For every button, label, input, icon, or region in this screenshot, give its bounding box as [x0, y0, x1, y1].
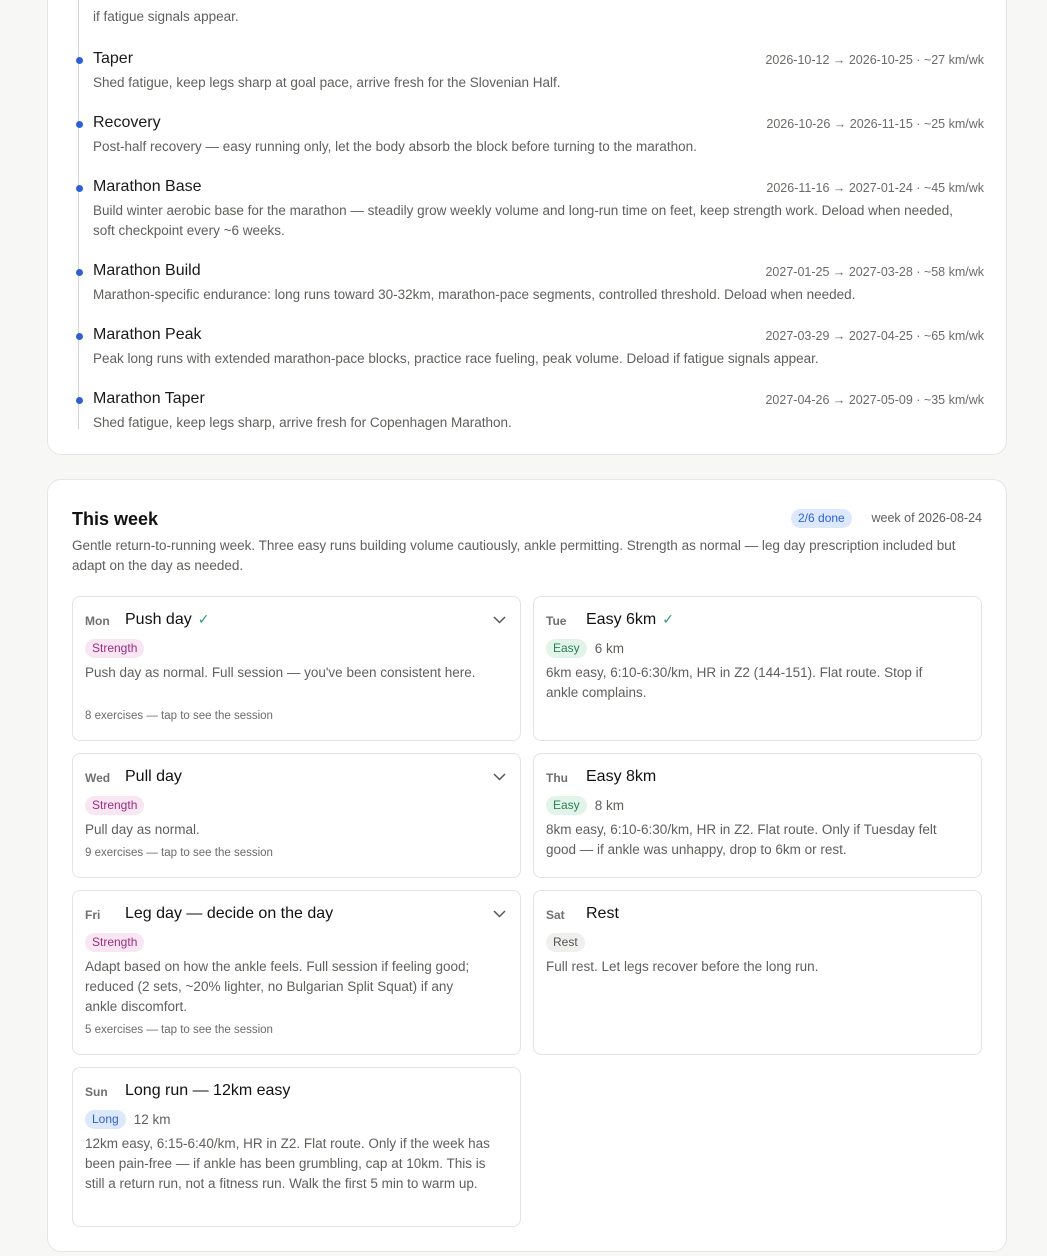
tag-row: Easy 6 km: [546, 639, 624, 658]
day-label: Wed: [85, 771, 111, 785]
check-icon: ✓: [197, 611, 210, 627]
session-type-tag: Long: [85, 1110, 126, 1129]
day-title: Push day ✓: [125, 611, 209, 629]
tag-row: Rest: [546, 933, 585, 952]
week-title: This week: [72, 509, 159, 529]
session-type-tag: Easy: [546, 796, 587, 815]
phase-description: Marathon-specific endurance: long runs t…: [93, 287, 856, 302]
day-title: Easy 6km ✓: [586, 611, 674, 629]
week-of-label: week of 2026-08-24: [871, 511, 983, 525]
session-description: Adapt based on how the ankle feels. Full…: [85, 959, 470, 1014]
session-description: Push day as normal. Full session — you'v…: [85, 665, 476, 680]
day-card-sun[interactable]: Sun Long run — 12km easy Long 12 km 12km…: [72, 1067, 521, 1227]
phase-dot-icon: [76, 57, 83, 64]
week-description: Gentle return-to-running week. Three eas…: [72, 538, 956, 573]
day-card-wed[interactable]: Wed Pull day Strength Pull day as normal…: [72, 753, 521, 878]
phase-dot-icon: [76, 121, 83, 128]
phase-dates: 2027-03-29 → 2027-04-25 · ~65 km/wk: [765, 329, 984, 343]
session-title: Easy 6km: [586, 611, 657, 628]
chevron-down-icon[interactable]: [493, 773, 506, 781]
session-type-tag: Easy: [546, 639, 587, 658]
phase-description: Peak long runs with extended marathon-pa…: [93, 351, 819, 366]
phase-description: Shed fatigue, keep legs sharp, arrive fr…: [93, 415, 512, 430]
session-title: Long run — 12km easy: [125, 1082, 291, 1099]
tag-row: Strength: [85, 933, 145, 952]
day-title: Pull day: [125, 768, 182, 786]
phase-dot-icon: [76, 333, 83, 340]
session-description: 6km easy, 6:10-6:30/km, HR in Z2 (144-15…: [546, 665, 923, 700]
phase-name: Marathon Peak: [93, 326, 202, 343]
check-icon: ✓: [662, 611, 674, 627]
phase-dot-icon: [76, 269, 83, 276]
phase-dot-icon: [76, 397, 83, 404]
this-week-card: This week 2/6 done week of 2026-08-24 Ge…: [47, 479, 1007, 1252]
session-title: Leg day — decide on the day: [125, 905, 334, 922]
phase-description: Shed fatigue, keep legs sharp at goal pa…: [93, 75, 561, 90]
phase-name: Taper: [93, 50, 134, 67]
phase-dates: 2026-10-26 → 2026-11-15 · ~25 km/wk: [766, 117, 984, 131]
phase-description: Build winter aerobic base for the marath…: [93, 203, 953, 238]
phases-card: if fatigue signals appear. Taper 2026-10…: [47, 0, 1007, 455]
day-title: Easy 8km: [586, 768, 656, 786]
session-type-tag: Strength: [85, 796, 145, 815]
tag-row: Strength: [85, 639, 145, 658]
phase-name: Recovery: [93, 114, 161, 131]
day-title: Leg day — decide on the day: [125, 905, 333, 923]
day-card-thu[interactable]: Thu Easy 8km Easy 8 km 8km easy, 6:10-6:…: [533, 753, 982, 878]
day-title: Rest: [586, 905, 619, 923]
phase-name: Marathon Build: [93, 262, 201, 279]
session-type-tag: Strength: [85, 639, 145, 658]
day-label: Fri: [85, 908, 101, 922]
day-label: Thu: [546, 771, 568, 785]
session-title: Pull day: [125, 768, 182, 785]
day-label: Sun: [85, 1085, 108, 1099]
phase-dates: 2026-10-12 → 2026-10-25 · ~27 km/wk: [765, 53, 984, 67]
day-card-fri[interactable]: Fri Leg day — decide on the day Strength…: [72, 890, 521, 1055]
day-card-mon[interactable]: Mon Push day ✓ Strength Push day as norma…: [72, 596, 521, 741]
exercise-count-link[interactable]: 5 exercises — tap to see the session: [85, 1024, 273, 1036]
day-label: Sat: [546, 908, 565, 922]
session-type-tag: Strength: [85, 933, 145, 952]
phase-description: if fatigue signals appear.: [93, 9, 239, 24]
day-title: Long run — 12km easy: [125, 1082, 290, 1100]
done-count-badge: 2/6 done: [791, 509, 852, 528]
phase-description: Post-half recovery — easy running only, …: [93, 139, 697, 154]
day-label: Tue: [546, 614, 567, 628]
exercise-count-link[interactable]: 9 exercises — tap to see the session: [85, 847, 273, 859]
session-description: 8km easy, 6:10-6:30/km, HR in Z2. Flat r…: [546, 822, 937, 857]
session-type-tag: Rest: [546, 933, 585, 952]
session-distance: 12 km: [133, 1112, 171, 1127]
session-title: Easy 8km: [586, 768, 657, 785]
phase-dates: 2026-11-16 → 2027-01-24 · ~45 km/wk: [766, 181, 984, 195]
chevron-down-icon[interactable]: [493, 910, 506, 918]
session-distance: 6 km: [594, 641, 624, 656]
session-description: Pull day as normal.: [85, 822, 200, 837]
day-card-tue[interactable]: Tue Easy 6km ✓ Easy 6 km 6km easy, 6:10-6…: [533, 596, 982, 741]
exercise-count-link[interactable]: 8 exercises — tap to see the session: [85, 710, 273, 722]
session-description: Full rest. Let legs recover before the l…: [546, 959, 819, 974]
session-title: Push day: [125, 611, 192, 628]
phase-dates: 2027-04-26 → 2027-05-09 · ~35 km/wk: [765, 393, 984, 407]
phase-name: Marathon Base: [93, 178, 202, 195]
tag-row: Long 12 km: [85, 1110, 170, 1129]
session-distance: 8 km: [594, 798, 624, 813]
phase-dot-icon: [76, 185, 83, 192]
phase-name: Marathon Taper: [93, 390, 205, 407]
session-title: Rest: [586, 905, 619, 922]
chevron-down-icon[interactable]: [493, 616, 506, 624]
day-label: Mon: [85, 614, 110, 628]
phase-dates: 2027-01-25 → 2027-03-28 · ~58 km/wk: [765, 265, 984, 279]
tag-row: Strength: [85, 796, 145, 815]
tag-row: Easy 8 km: [546, 796, 624, 815]
session-description: 12km easy, 6:15-6:40/km, HR in Z2. Flat …: [85, 1136, 490, 1191]
day-card-sat[interactable]: Sat Rest Rest Full rest. Let legs recove…: [533, 890, 982, 1055]
phase-timeline: if fatigue signals appear. Taper 2026-10…: [76, 0, 984, 430]
